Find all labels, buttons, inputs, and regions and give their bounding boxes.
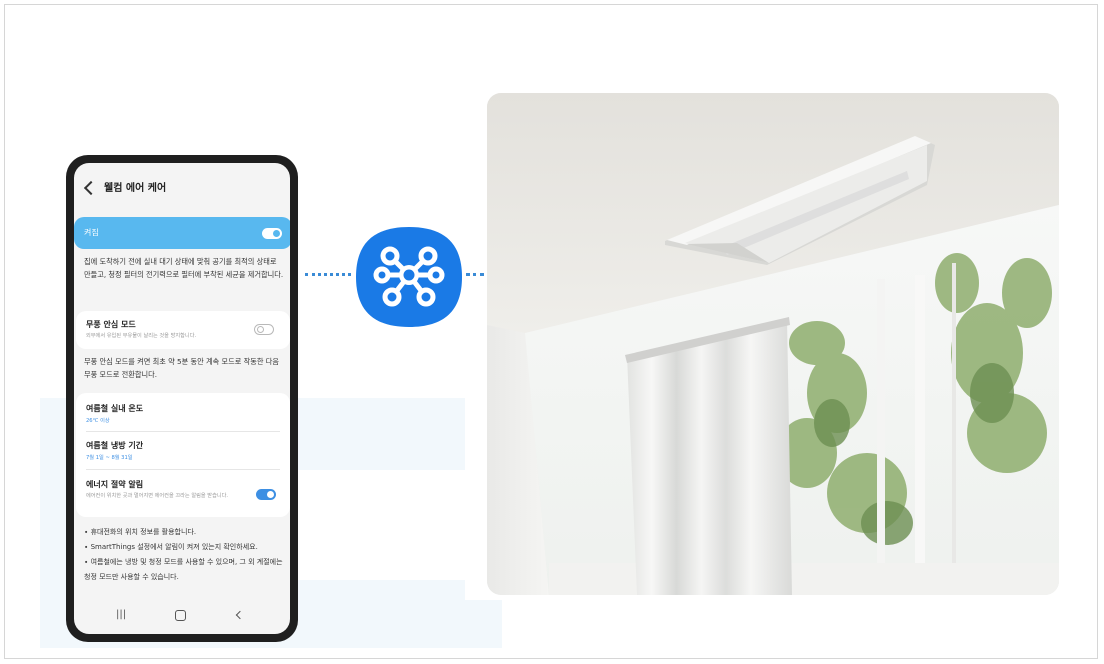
background-panel-inner xyxy=(290,470,465,580)
navigation-bar: ||| xyxy=(74,604,290,628)
feature-description: 집에 도착하기 전에 실내 대기 상태에 맞춰 공기를 최적의 상태로 만들고,… xyxy=(84,257,284,279)
product-photo xyxy=(487,93,1059,595)
energy-alert-title: 에너지 절약 알림 xyxy=(86,480,144,489)
power-label: 켜짐 xyxy=(84,228,99,237)
summer-temp-title: 여름철 실내 온도 xyxy=(86,404,144,413)
app-header: 웰컴 에어 케어 xyxy=(74,163,290,209)
summer-temp-value: 26℃ 이상 xyxy=(86,418,110,424)
connector-right xyxy=(466,273,484,276)
summer-period-title: 여름철 냉방 기간 xyxy=(86,441,144,450)
windless-mode-toggle[interactable] xyxy=(254,324,274,335)
divider xyxy=(86,469,280,470)
chevron-left-icon[interactable] xyxy=(83,180,99,196)
windless-mode-description: 무풍 안심 모드를 켜면 최초 약 5분 동안 계속 모드로 작동한 다음 무풍… xyxy=(84,357,280,379)
phone-screen: 웰컴 에어 케어 켜짐 집에 도착하기 전에 실내 대기 상태에 맞춰 공기를 … xyxy=(74,163,290,634)
summer-period-value: 7월 1일 ~ 8월 31일 xyxy=(86,455,133,461)
windless-mode-card[interactable]: 무풍 안심 모드 외부에서 유입된 부유물이 날리는 것을 방지합니다. xyxy=(76,311,290,349)
energy-alert-subtitle: 에어컨이 위치한 곳과 멀어지면 에어컨을 끄라는 알림을 받습니다. xyxy=(86,493,229,499)
page-title: 웰컴 에어 케어 xyxy=(104,183,167,194)
settings-card: 여름철 실내 온도 26℃ 이상 여름철 냉방 기간 7월 1일 ~ 8월 31… xyxy=(76,393,290,517)
note-item: ∙ SmartThings 설정에서 알림이 켜져 있는지 확인하세요. xyxy=(84,543,258,551)
smartthings-app-icon xyxy=(356,227,462,327)
notes-list: ∙ 휴대전화의 위치 정보를 활용합니다. ∙ SmartThings 설정에서… xyxy=(84,525,290,585)
divider xyxy=(86,431,280,432)
windless-mode-subtitle: 외부에서 유입된 부유물이 날리는 것을 방지합니다. xyxy=(86,333,197,339)
recent-apps-icon[interactable]: ||| xyxy=(116,609,126,620)
note-item: ∙ 휴대전화의 위치 정보를 활용합니다. xyxy=(84,528,197,536)
note-item: ∙ 여름철에는 냉방 및 청정 모드를 사용할 수 있으며, 그 외 계절에는 … xyxy=(84,558,283,581)
power-row[interactable]: 켜짐 xyxy=(74,217,290,249)
windless-mode-title: 무풍 안심 모드 xyxy=(86,320,136,329)
energy-alert-toggle[interactable] xyxy=(256,489,276,500)
phone-mockup: 웰컴 에어 케어 켜짐 집에 도착하기 전에 실내 대기 상태에 맞춰 공기를 … xyxy=(66,155,298,642)
back-icon[interactable] xyxy=(235,610,245,620)
connector-left xyxy=(305,273,351,276)
home-icon[interactable] xyxy=(175,610,186,621)
power-toggle[interactable] xyxy=(262,228,282,239)
